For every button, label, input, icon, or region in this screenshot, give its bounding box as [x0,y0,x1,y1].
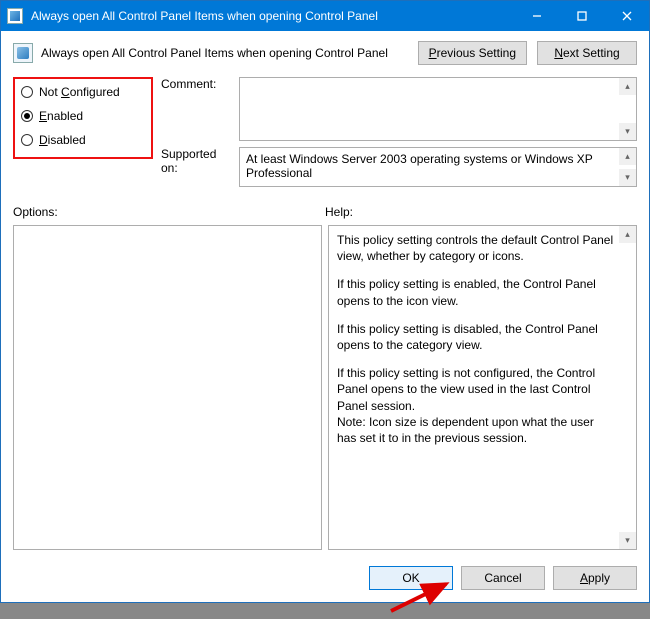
supported-label: Supported on: [161,147,231,175]
previous-setting-button[interactable]: Previous Setting [418,41,527,65]
scrollbar[interactable]: ▴ ▾ [619,226,636,549]
state-radio-group: Not Configured Enabled Disabled [13,77,153,159]
footer-buttons: OK Cancel Apply [13,556,637,590]
close-button[interactable] [604,1,649,31]
minimize-button[interactable] [514,1,559,31]
help-p4: If this policy setting is not configured… [337,365,616,414]
radio-not-configured[interactable]: Not Configured [21,85,143,99]
next-label-rest: ext Setting [563,46,620,60]
radio-disabled[interactable]: Disabled [21,133,143,147]
scroll-down-icon[interactable]: ▾ [619,169,636,186]
window-controls [514,1,649,31]
supported-value: At least Windows Server 2003 operating s… [246,152,616,180]
help-p1: This policy setting controls the default… [337,232,616,264]
policy-icon [13,43,33,63]
comment-label: Comment: [161,77,231,91]
titlebar[interactable]: Always open All Control Panel Items when… [1,1,649,31]
cancel-button[interactable]: Cancel [461,566,545,590]
panels: This policy setting controls the default… [13,225,637,550]
help-text: This policy setting controls the default… [337,232,616,446]
settings-grid: Not Configured Enabled Disabled Comment:… [13,77,637,187]
ok-button[interactable]: OK [369,566,453,590]
window-title: Always open All Control Panel Items when… [31,9,514,23]
scroll-down-icon[interactable]: ▾ [619,123,636,140]
prev-label-rest: revious Setting [437,46,516,60]
scroll-up-icon[interactable]: ▴ [619,148,636,165]
comment-textarea[interactable]: ▴ ▾ [239,77,637,141]
supported-on-box: At least Windows Server 2003 operating s… [239,147,637,187]
help-label: Help: [325,205,637,219]
apply-button[interactable]: Apply [553,566,637,590]
help-p3: If this policy setting is disabled, the … [337,321,616,353]
scroll-down-icon[interactable]: ▾ [619,532,636,549]
policy-title: Always open All Control Panel Items when… [41,46,410,60]
maximize-icon [577,11,587,21]
help-panel: This policy setting controls the default… [328,225,637,550]
scrollbar[interactable]: ▴ ▾ [619,148,636,186]
system-icon [7,8,23,24]
header-row: Always open All Control Panel Items when… [13,41,637,65]
minimize-icon [532,11,542,21]
options-label: Options: [13,205,325,219]
content-area: Always open All Control Panel Items when… [1,31,649,602]
help-p5: Note: Icon size is dependent upon what t… [337,414,616,446]
radio-icon [21,134,33,146]
maximize-button[interactable] [559,1,604,31]
policy-editor-window: Always open All Control Panel Items when… [0,0,650,603]
next-setting-button[interactable]: Next Setting [537,41,637,65]
scroll-up-icon[interactable]: ▴ [619,78,636,95]
radio-enabled[interactable]: Enabled [21,109,143,123]
panel-labels: Options: Help: [13,205,637,219]
radio-icon [21,110,33,122]
close-icon [622,11,632,21]
help-p2: If this policy setting is enabled, the C… [337,276,616,308]
scrollbar[interactable]: ▴ ▾ [619,78,636,140]
scroll-up-icon[interactable]: ▴ [619,226,636,243]
options-panel [13,225,322,550]
radio-icon [21,86,33,98]
